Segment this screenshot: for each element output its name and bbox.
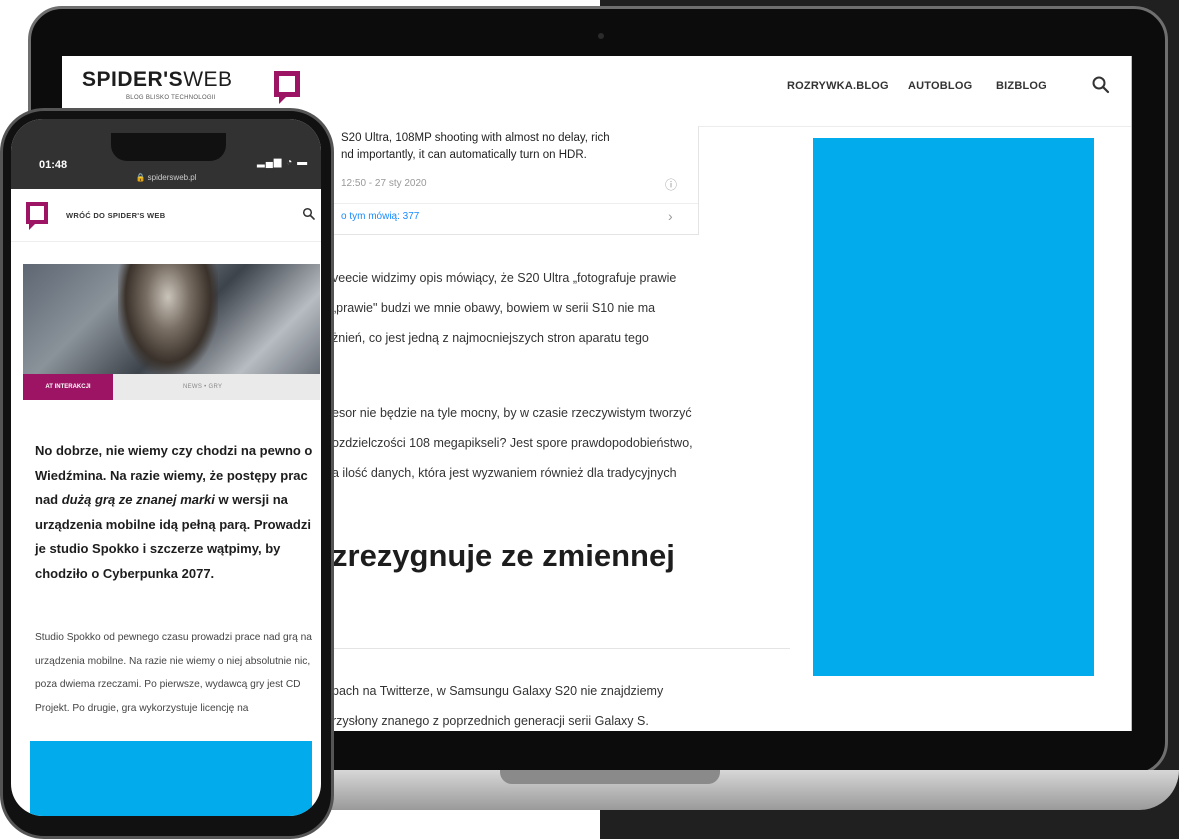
phone-site-header: WRÓĆ DO SPIDER'S WEB [11, 189, 321, 242]
nav-bizblog[interactable]: BIZBLOG [996, 80, 1047, 92]
paragraph-line: „prawie" budzi we mnie obawy, bowiem w s… [332, 301, 656, 315]
tweet-text-line: S20 Ultra, 108MP shooting with almost no… [341, 132, 610, 144]
sidebar-ad[interactable] [813, 138, 1094, 676]
logo-tagline: BLOG BLISKO TECHNOLOGII [126, 95, 216, 101]
paragraph-line: a ilość danych, która jest wyzwaniem rów… [332, 466, 677, 480]
status-time: 01:48 [39, 159, 68, 171]
status-bar: 01:48 ▂▄▆ ◔ ▬ 🔒 spidersweb.pl [11, 119, 321, 189]
logo-word-bold: SPIDER'S [82, 68, 184, 91]
phone-screen: 01:48 ▂▄▆ ◔ ▬ 🔒 spidersweb.pl WRÓĆ DO SP… [11, 119, 321, 816]
article-paragraph: bach na Twitterze, w Samsungu Galaxy S20… [332, 676, 802, 731]
hero-meta-bar: AT INTERAKCJI NEWS • GRY [23, 374, 320, 400]
nav-autoblog[interactable]: AUTOBLOG [908, 80, 972, 92]
logo-speech-bubble-tail [279, 97, 286, 104]
article-body: Studio Spokko od pewnego czasu prowadzi … [35, 632, 312, 714]
section-divider [332, 648, 790, 649]
article-paragraph: veecie widzimy opis mówiący, że S20 Ultr… [332, 263, 802, 353]
paragraph-line: veecie widzimy opis mówiący, że S20 Ultr… [332, 271, 677, 285]
site-logo[interactable]: SPIDER'SWEB BLOG BLISKO TECHNOLOGII [82, 68, 300, 104]
speech-bubble-logo-icon[interactable] [26, 202, 48, 224]
chevron-right-icon[interactable]: › [668, 208, 673, 224]
paragraph-line: rzysłony znanego z poprzednich generacji… [332, 714, 649, 728]
status-icons: ▂▄▆ ◔ ▬ [257, 157, 309, 168]
url-bar[interactable]: 🔒 spidersweb.pl [11, 173, 321, 182]
nav-rozrywka-blog[interactable]: ROZRYWKA.BLOG [787, 80, 889, 92]
tweet-text-line: nd importantly, it can automatically tur… [341, 149, 587, 161]
paragraph-line: ozdzielczości 108 megapikseli? Jest spor… [332, 436, 693, 450]
screen-edge [1131, 56, 1132, 731]
info-icon[interactable]: ⓘ [665, 176, 677, 193]
logo-word-light: WEB [183, 68, 233, 91]
article-paragraph: esor nie będzie na tyle mocny, by w czas… [332, 398, 802, 488]
section-heading: zrezygnuje ze zmiennej [332, 538, 675, 573]
back-to-spiders-web-link[interactable]: WRÓĆ DO SPIDER'S WEB [66, 211, 165, 220]
paragraph-line: bach na Twitterze, w Samsungu Galaxy S20… [332, 684, 664, 698]
paragraph-line: żnień, co jest jedną z najmocniejszych s… [332, 331, 649, 345]
logo-speech-bubble-icon [274, 71, 300, 97]
laptop-camera [598, 33, 604, 39]
search-icon[interactable] [302, 207, 316, 226]
bottom-ad[interactable] [30, 741, 312, 816]
laptop-notch [500, 770, 720, 784]
logo-wordmark: SPIDER'SWEB [82, 68, 233, 91]
hero-figure [118, 264, 218, 374]
category-links[interactable]: NEWS • GRY [183, 374, 222, 400]
phone-notch [111, 133, 226, 161]
tweet-text: S20 Ultra, 108MP shooting with almost no… [341, 130, 671, 164]
paragraph-line: esor nie będzie na tyle mocny, by w czas… [332, 406, 692, 420]
lead-italic: dużą grą ze znanej marki [61, 492, 215, 507]
category-tag[interactable]: AT INTERAKCJI [23, 374, 113, 400]
tweet-timestamp: 12:50 - 27 sty 2020 [341, 178, 427, 189]
tweet-discussion-link[interactable]: o tym mówią: 377 [341, 211, 419, 222]
hero-image[interactable] [23, 264, 320, 374]
tweet-divider [303, 203, 698, 204]
article-lead: No dobrze, nie wiemy czy chodzi na pewno… [35, 439, 315, 586]
search-icon[interactable] [1090, 74, 1112, 96]
tweet-embed[interactable]: S20 Ultra, 108MP shooting with almost no… [302, 126, 699, 235]
logo-tail [29, 224, 35, 230]
